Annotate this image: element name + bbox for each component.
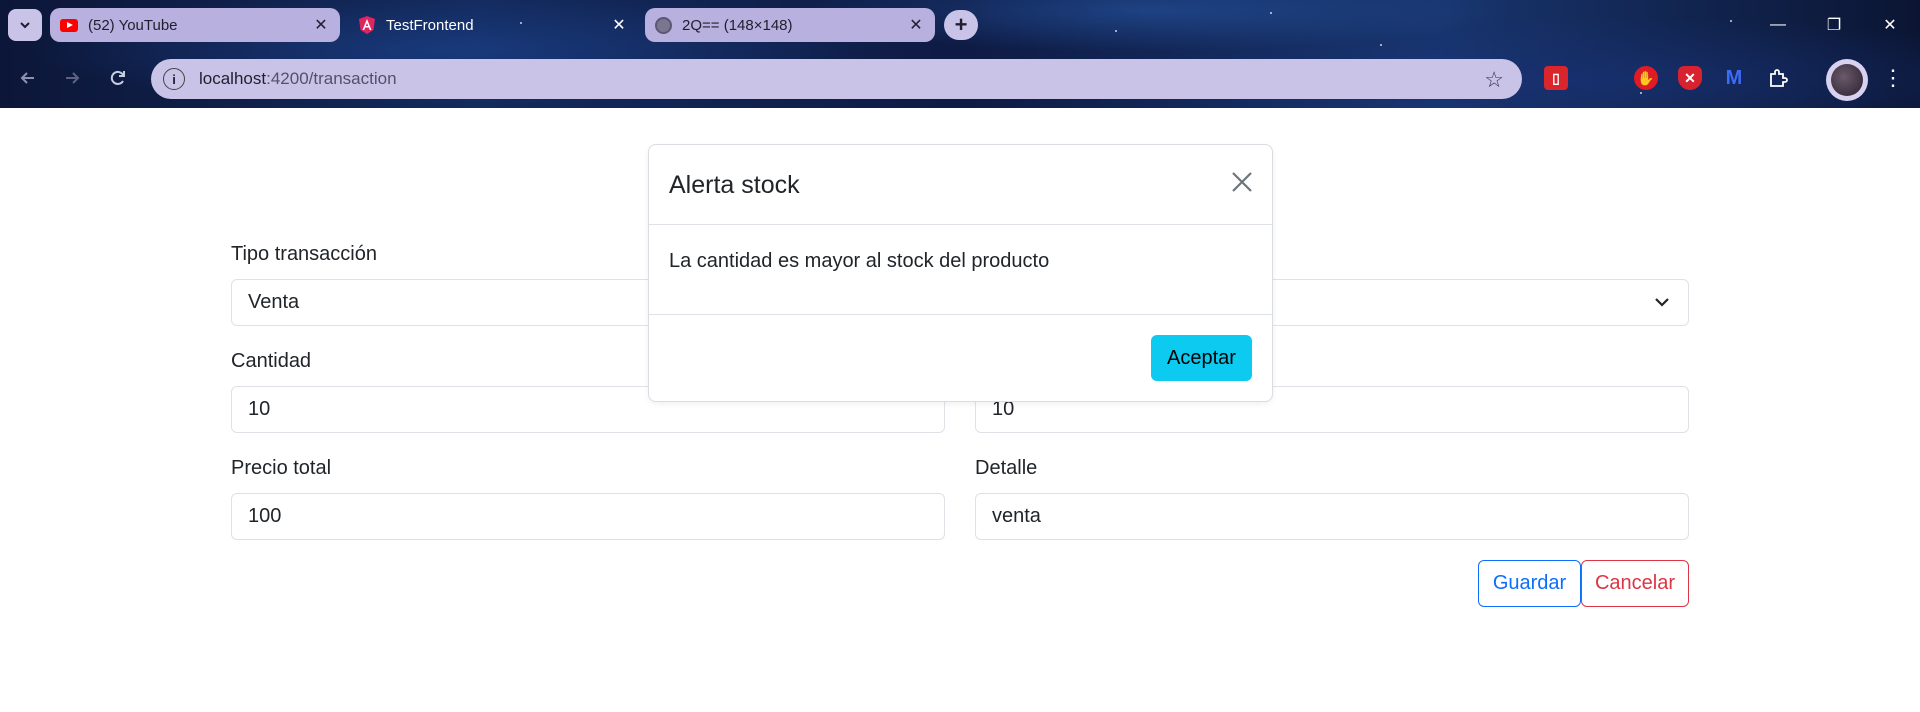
background-star bbox=[1270, 12, 1272, 14]
new-tab-button[interactable]: + bbox=[944, 10, 978, 40]
pdf-extension-icon[interactable]: ▯ bbox=[1544, 66, 1568, 90]
tipo-transaccion-value: Venta bbox=[248, 291, 300, 313]
tab-search-button[interactable] bbox=[8, 9, 42, 41]
background-star bbox=[1730, 20, 1732, 22]
cancelar-button[interactable]: Cancelar bbox=[1581, 560, 1689, 607]
tab-title: (52) YouTube bbox=[88, 16, 178, 34]
precio-total-input[interactable]: 100 bbox=[231, 493, 945, 540]
guardar-button[interactable]: Guardar bbox=[1478, 560, 1581, 607]
bookmark-star-icon[interactable]: ☆ bbox=[1484, 67, 1504, 93]
adblock-extension-icon[interactable]: ✋ bbox=[1634, 66, 1658, 90]
back-arrow-icon bbox=[20, 72, 34, 84]
modal-message: La cantidad es mayor al stock del produc… bbox=[669, 250, 1050, 272]
cantidad-value: 10 bbox=[248, 398, 271, 420]
tab-image[interactable]: 2Q== (148×148) ✕ bbox=[645, 8, 935, 42]
malwarebytes-extension-icon[interactable]: M bbox=[1722, 66, 1746, 90]
tipo-transaccion-label: Tipo transacción bbox=[231, 243, 377, 265]
site-info-icon[interactable]: i bbox=[163, 68, 185, 90]
reload-icon bbox=[110, 70, 125, 85]
close-icon[interactable]: ✕ bbox=[610, 15, 628, 35]
forward-button[interactable] bbox=[58, 64, 86, 92]
back-button[interactable] bbox=[14, 64, 42, 92]
chevron-down-icon bbox=[20, 22, 30, 29]
globe-icon bbox=[655, 16, 672, 34]
alert-modal: Alerta stock La cantidad es mayor al sto… bbox=[648, 144, 1273, 402]
modal-header-divider bbox=[649, 224, 1272, 225]
url-host: localhost bbox=[199, 69, 267, 88]
shield-extension-icon[interactable]: ✕ bbox=[1678, 66, 1702, 90]
detalle-input[interactable]: venta bbox=[975, 493, 1689, 540]
cantidad-label: Cantidad bbox=[231, 350, 312, 372]
angular-icon bbox=[359, 16, 375, 34]
background-star bbox=[1640, 92, 1642, 94]
forward-arrow-icon bbox=[66, 72, 80, 84]
aceptar-button[interactable]: Aceptar bbox=[1151, 335, 1252, 381]
window-close-button[interactable]: ✕ bbox=[1862, 0, 1918, 50]
detalle-label: Detalle bbox=[975, 457, 1038, 479]
browser-menu-icon[interactable]: ⋮ bbox=[1882, 66, 1904, 90]
browser-chrome: (52) YouTube ✕ TestFrontend ✕ 2Q== (148×… bbox=[0, 0, 1920, 108]
minimize-button[interactable]: — bbox=[1750, 0, 1806, 50]
close-icon[interactable] bbox=[1229, 169, 1255, 195]
url-path: :4200/transaction bbox=[266, 69, 397, 88]
close-icon[interactable]: ✕ bbox=[907, 15, 925, 35]
extensions-puzzle-icon[interactable] bbox=[1766, 66, 1790, 90]
modal-footer-divider bbox=[649, 314, 1272, 315]
precio-total-value: 100 bbox=[248, 505, 282, 527]
precio-total-label: Precio total bbox=[231, 457, 332, 479]
chevron-down-icon bbox=[1655, 298, 1669, 307]
youtube-icon bbox=[60, 18, 78, 32]
reload-button[interactable] bbox=[104, 64, 132, 92]
transaction-page: Tipo transacción Venta Cantidad 10 10 Pr… bbox=[0, 108, 1920, 712]
restore-button[interactable]: ❐ bbox=[1806, 0, 1862, 50]
profile-avatar[interactable] bbox=[1826, 59, 1868, 101]
tab-testfrontend[interactable]: TestFrontend ✕ bbox=[348, 8, 638, 42]
close-icon[interactable]: ✕ bbox=[312, 15, 330, 35]
background-star bbox=[1380, 44, 1382, 46]
tab-title: TestFrontend bbox=[386, 16, 474, 34]
tab-title: 2Q== (148×148) bbox=[682, 16, 793, 34]
tab-youtube[interactable]: (52) YouTube ✕ bbox=[50, 8, 340, 42]
detalle-value: venta bbox=[992, 505, 1041, 527]
background-star bbox=[1115, 30, 1117, 32]
modal-title: Alerta stock bbox=[669, 171, 800, 199]
address-bar[interactable]: i localhost:4200/transaction ☆ bbox=[151, 59, 1522, 99]
